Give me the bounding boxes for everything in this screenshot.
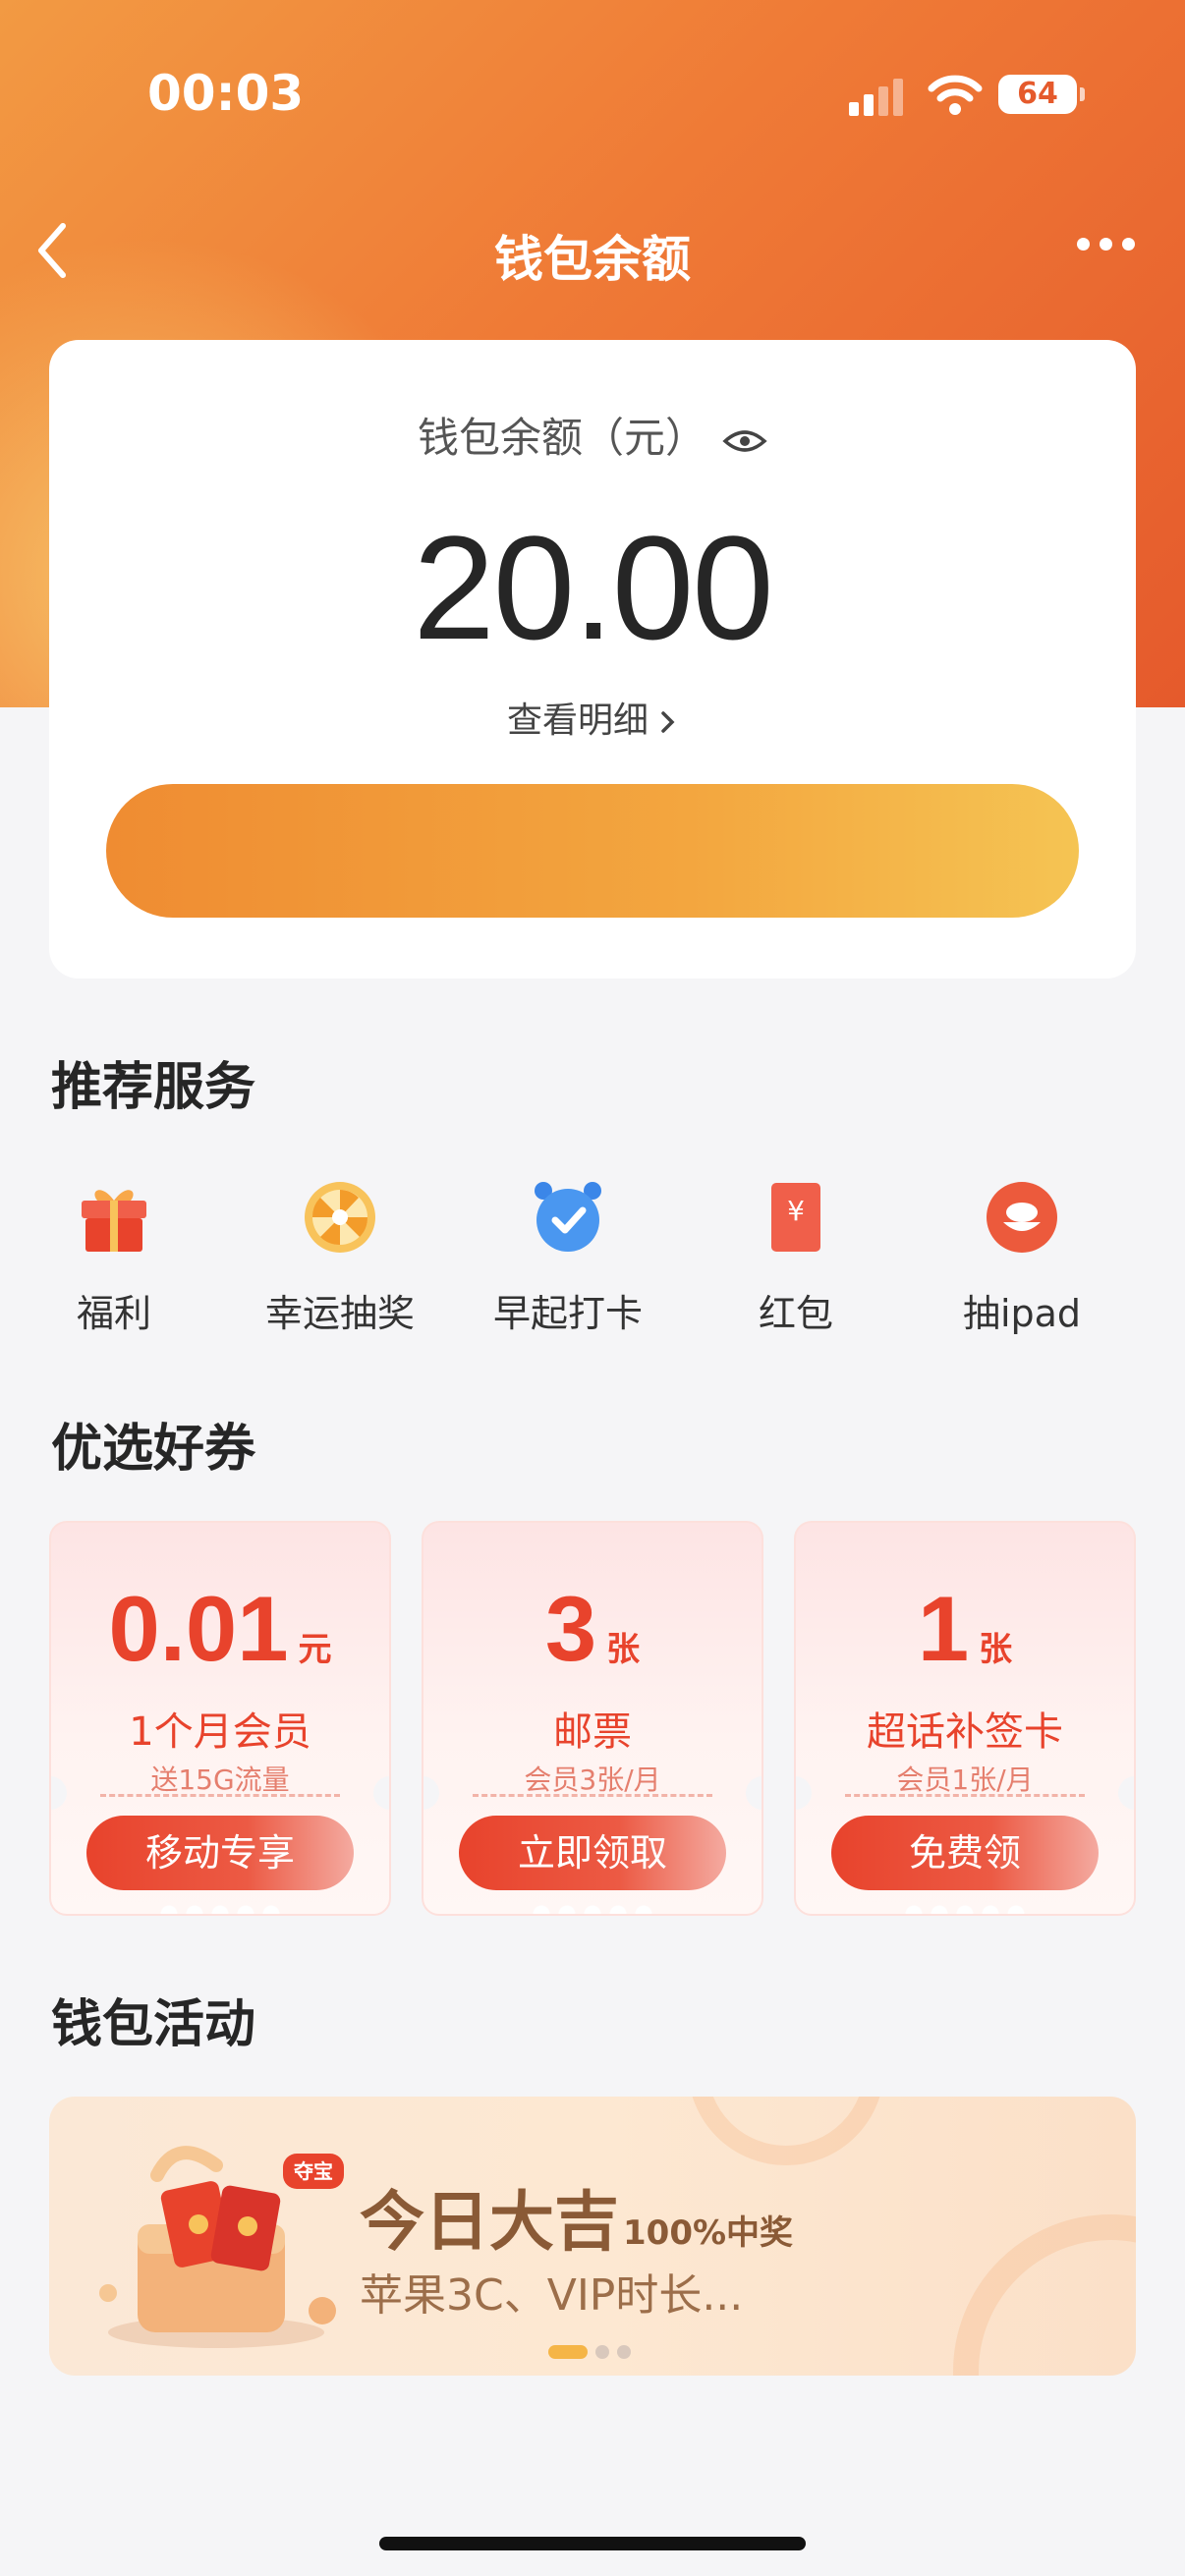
- service-item-welfare[interactable]: 福利: [0, 1179, 228, 1337]
- balance-amount: 20.00: [413, 505, 773, 670]
- page-title: 钱包余额: [494, 231, 691, 288]
- banner-badge-text: 夺宝: [293, 2159, 333, 2183]
- eye-icon[interactable]: [722, 426, 767, 456]
- banner-headline: 今日大吉 100%中奖: [360, 2169, 793, 2264]
- coupon-title: 1个月会员: [129, 1709, 311, 1755]
- coupon-card[interactable]: 1张 超话补签卡 会员1张/月 免费领: [794, 1521, 1136, 1916]
- coupon-title: 邮票: [553, 1709, 632, 1755]
- coupon-value-number: 1: [917, 1577, 970, 1680]
- view-details-link[interactable]: 查看明细: [49, 692, 1136, 743]
- home-indicator[interactable]: [379, 2537, 806, 2550]
- coupon-value-number: 0.01: [108, 1577, 289, 1680]
- service-item-morning-checkin[interactable]: 早起打卡: [454, 1179, 682, 1337]
- activities-section-title: 钱包活动: [51, 1995, 256, 2054]
- coupon-card[interactable]: 3张 邮票 会员3张/月 立即领取: [422, 1521, 763, 1916]
- service-item-ipad-draw[interactable]: 抽ipad: [908, 1179, 1136, 1337]
- coupon-value-unit: 张: [606, 1630, 641, 1669]
- svg-text:¥: ¥: [787, 1195, 805, 1227]
- cellular-signal-icon: [849, 79, 904, 116]
- coupon-value-unit: 元: [298, 1630, 332, 1669]
- ipad-draw-icon: [987, 1182, 1057, 1253]
- coupon-value-unit: 张: [979, 1630, 1013, 1669]
- treasure-box-icon: 夺宝: [99, 2146, 344, 2348]
- more-options-icon[interactable]: [1077, 236, 1146, 259]
- coupon-value: 1张: [796, 1576, 1134, 1682]
- coupon-claim-button[interactable]: 移动专享: [86, 1816, 354, 1890]
- nav-bar: 钱包余额: [0, 196, 1185, 305]
- lucky-wheel-icon: [305, 1182, 375, 1253]
- red-envelope-icon: ¥: [771, 1183, 820, 1252]
- coupons-section-title: 优选好券: [51, 1420, 256, 1479]
- service-label: 红包: [758, 1292, 833, 1335]
- battery-indicator: 64: [998, 75, 1085, 114]
- alarm-clock-icon: [535, 1182, 601, 1252]
- balance-label-row: 钱包余额（元）: [49, 405, 1136, 465]
- coupon-claim-button[interactable]: 免费领: [831, 1816, 1099, 1890]
- banner-subtitle: 苹果3C、VIP时长...: [360, 2270, 744, 2321]
- coupon-subtitle: 送15G流量: [150, 1764, 290, 1796]
- coupon-value: 0.01 元: [51, 1576, 389, 1682]
- gift-icon: [82, 1190, 146, 1252]
- coupon-value: 3张: [423, 1576, 762, 1682]
- banner-headline-suffix: 100%中奖: [623, 2213, 794, 2253]
- banner-headline-main: 今日大吉: [360, 2184, 619, 2260]
- coupon-value-number: 3: [544, 1577, 597, 1680]
- coupon-divider: [473, 1794, 712, 1797]
- services-grid: 福利 幸运抽奖 早起打卡 ¥ 红包 抽ipad: [0, 1179, 1185, 1346]
- activity-banner[interactable]: 夺宝 今日大吉 100%中奖 苹果3C、VIP时长...: [49, 2097, 1136, 2376]
- service-label: 幸运抽奖: [264, 1292, 415, 1335]
- coupon-card[interactable]: 0.01 元 1个月会员 送15G流量 移动专享: [49, 1521, 391, 1916]
- coupon-claim-button[interactable]: 立即领取: [459, 1816, 726, 1890]
- balance-label: 钱包余额（元）: [417, 414, 706, 462]
- service-item-lucky-draw[interactable]: 幸运抽奖: [226, 1179, 454, 1337]
- wifi-icon: [928, 75, 983, 115]
- view-details-label: 查看明细: [506, 700, 649, 741]
- coupon-title: 超话补签卡: [867, 1709, 1063, 1755]
- coupon-subtitle: 会员1张/月: [896, 1764, 1034, 1796]
- balance-card: 钱包余额（元） 20.00 查看明细: [49, 340, 1136, 979]
- service-label: 早起打卡: [492, 1292, 643, 1335]
- service-label: 抽ipad: [962, 1292, 1082, 1335]
- status-bar: 00:03 64: [0, 0, 1185, 187]
- chevron-right-icon: [661, 711, 675, 733]
- service-label: 福利: [76, 1292, 151, 1335]
- primary-action-button[interactable]: [106, 784, 1079, 918]
- coupon-divider: [100, 1794, 340, 1797]
- service-item-red-envelope[interactable]: ¥ 红包: [682, 1179, 910, 1337]
- carousel-indicator: [548, 2344, 639, 2363]
- status-time: 00:03: [147, 65, 305, 122]
- recommended-section-title: 推荐服务: [51, 1058, 256, 1117]
- coupon-subtitle: 会员3张/月: [524, 1764, 661, 1796]
- coupon-divider: [845, 1794, 1085, 1797]
